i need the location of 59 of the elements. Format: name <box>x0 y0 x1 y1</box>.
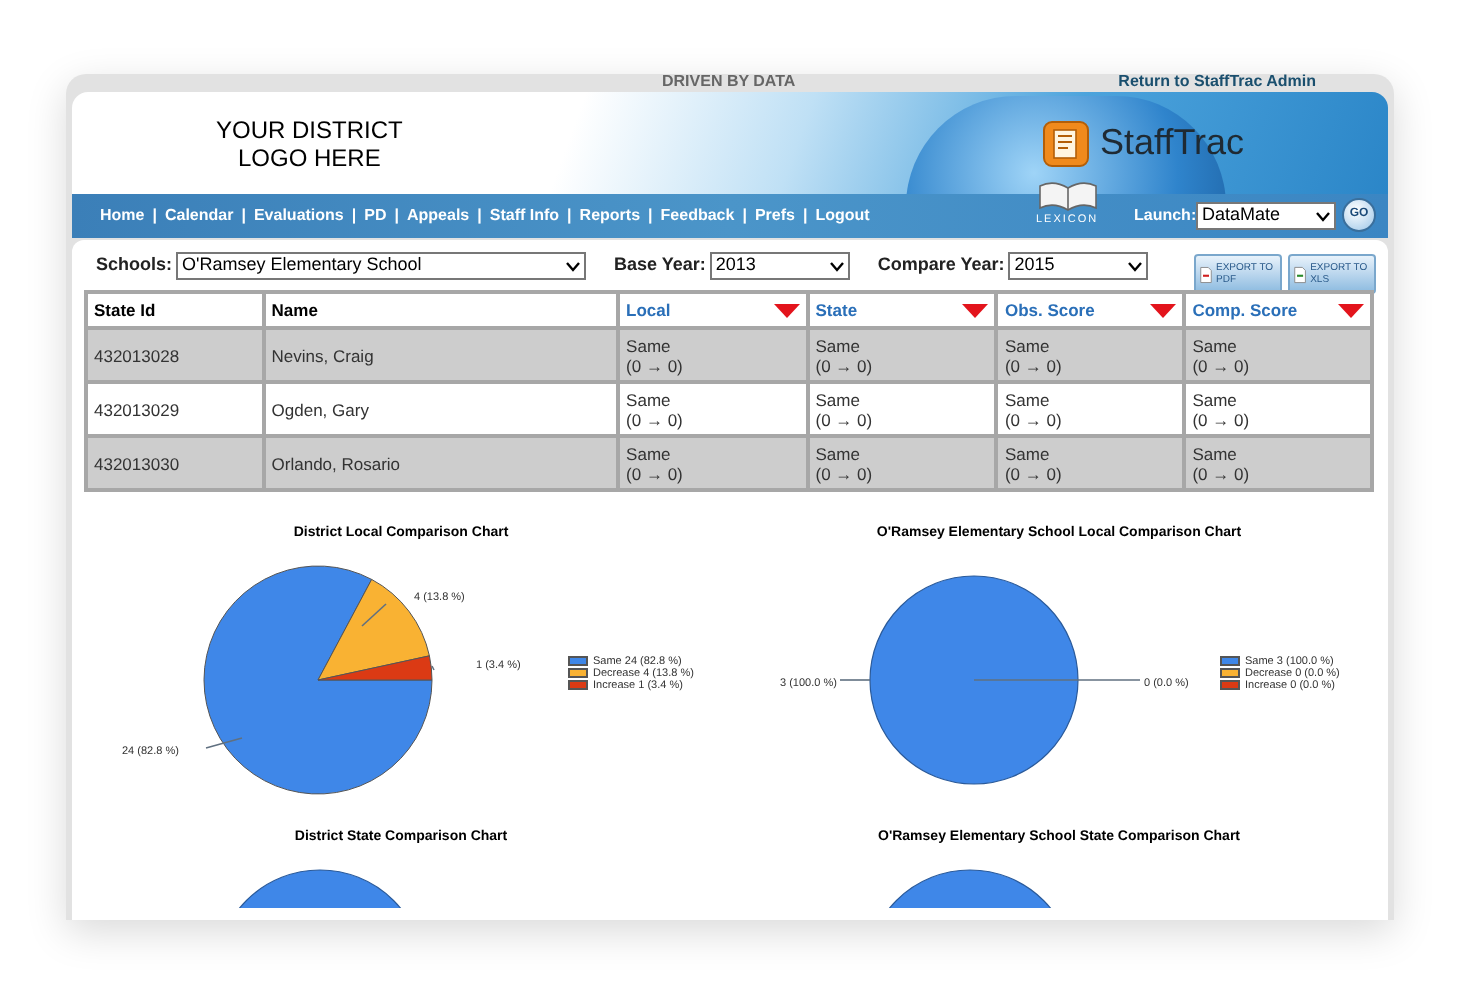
nav-separator: | <box>394 204 399 228</box>
nav-separator: | <box>351 204 357 228</box>
table-cell: Same (0 → 0) <box>996 436 1185 490</box>
column-header[interactable]: State <box>807 292 997 328</box>
nav-separator: | <box>802 204 808 228</box>
nav-link[interactable]: PD <box>364 204 387 228</box>
table-cell: Same (0 → 0) <box>618 436 808 490</box>
document-icon <box>1200 263 1213 285</box>
filter-select[interactable]: O'Ramsey Elementary School <box>176 252 587 280</box>
filter-select[interactable]: 2015 <box>1008 252 1149 280</box>
nav-separator: | <box>567 204 572 228</box>
column-header: Name <box>263 292 619 328</box>
book-icon[interactable] <box>1037 180 1098 212</box>
table-cell: Same (0 → 0) <box>807 436 997 490</box>
sort-caret-icon <box>1338 303 1364 317</box>
launch-label: Launch: <box>1134 204 1197 228</box>
leader-line <box>204 736 242 748</box>
nav-link[interactable]: Logout <box>815 204 870 228</box>
chevron-down-icon <box>566 261 581 271</box>
filter-label: Base Year: <box>614 252 706 279</box>
table-cell: Orlando, Rosario <box>263 436 619 490</box>
nav-separator: | <box>477 204 482 228</box>
nav-separator: | <box>241 204 246 228</box>
table-cell: Same (0 → 0) <box>1184 436 1372 490</box>
district-logo-text: YOUR DISTRICT LOGO HERE <box>216 116 403 172</box>
leader-line <box>430 664 434 670</box>
column-header: State Id <box>86 292 264 328</box>
sort-caret-icon <box>962 303 989 317</box>
nav-link[interactable]: Feedback <box>660 204 735 228</box>
nav-link[interactable]: Reports <box>579 204 641 228</box>
brand-name: StaffTrac <box>1100 120 1245 166</box>
chevron-down-icon <box>829 261 844 271</box>
nav-link[interactable]: Prefs <box>754 204 795 228</box>
nav-separator: | <box>152 204 157 228</box>
nav-link[interactable]: Evaluations <box>253 204 344 228</box>
leader-line <box>838 678 870 680</box>
filter-select[interactable]: 2013 <box>709 252 850 280</box>
sort-caret-icon <box>773 303 800 317</box>
chevron-down-icon <box>1316 211 1330 221</box>
tagline: DRIVEN BY DATA <box>662 74 796 90</box>
nav-link[interactable]: Home <box>100 204 145 228</box>
column-header[interactable]: Comp. Score <box>1184 292 1372 328</box>
document-icon <box>1294 263 1307 285</box>
nav-link[interactable]: Appeals <box>407 204 470 228</box>
launch-select[interactable]: DataMate <box>1196 202 1336 230</box>
nav-separator: | <box>742 204 747 228</box>
chevron-down-icon <box>1128 261 1143 271</box>
nav-link[interactable]: Calendar <box>164 204 234 228</box>
column-header[interactable]: Local <box>618 292 808 328</box>
filter-label: Compare Year: <box>877 252 1005 279</box>
nav-separator: | <box>648 204 653 228</box>
admin-link[interactable]: Return to StaffTrac Admin <box>1118 74 1316 90</box>
filter-label: Schools: <box>96 252 173 279</box>
leader-line <box>360 602 386 626</box>
logo-icon <box>1042 119 1090 167</box>
sort-caret-icon <box>1150 303 1177 317</box>
nav-link[interactable]: Staff Info <box>489 204 560 228</box>
column-header[interactable]: Obs. Score <box>996 292 1185 328</box>
table-cell: 432013030 <box>86 436 264 490</box>
